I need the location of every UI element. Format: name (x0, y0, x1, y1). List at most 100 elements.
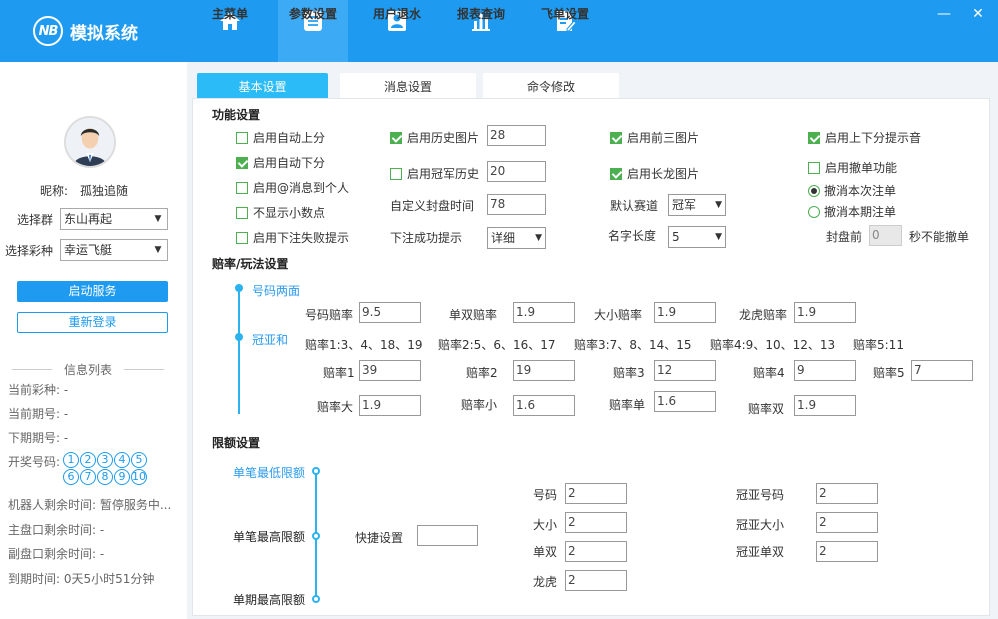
chevron-down-icon: ▼ (535, 233, 542, 243)
info-robot-time: 机器人剩余时间: 暂停服务中... (8, 498, 172, 512)
odds-big-input[interactable]: 1.9 (359, 395, 421, 416)
limit-sum-oddeven-input[interactable]: 2 (816, 541, 878, 562)
draw-ball: 2 (80, 452, 96, 468)
odds-2-label: 赔率2 (466, 366, 498, 380)
nav-flyorder-settings[interactable]: 飞单设置 (530, 0, 600, 62)
odds-small-input[interactable]: 1.6 (513, 395, 575, 416)
default-track-select[interactable]: 冠军 ▼ (668, 194, 726, 216)
checkbox-label: 启用下注失败提示 (253, 231, 350, 245)
tab-basic-settings[interactable]: 基本设置 (197, 73, 328, 99)
select-value: 冠军 (672, 198, 697, 212)
limit-dragon-input[interactable]: 2 (565, 570, 627, 591)
limit-sum-bigsmall-input[interactable]: 2 (816, 512, 878, 533)
checkbox-box (236, 181, 248, 194)
nickname-value: 孤独追随 (80, 184, 129, 198)
top3-image-checkbox[interactable]: 启用前三图片 (610, 129, 699, 146)
draw-ball: 9 (114, 469, 130, 485)
at-message-checkbox[interactable]: 启用@消息到个人 (236, 179, 349, 196)
limit-bigsmall-label: 大小 (533, 518, 558, 532)
limits-tree-node (312, 595, 320, 603)
chevron-down-icon: ▼ (715, 232, 722, 242)
dragon-odds-input[interactable]: 1.9 (794, 302, 856, 323)
draw-ball: 6 (63, 469, 79, 485)
auto-up-checkbox[interactable]: 启用自动上分 (236, 129, 325, 146)
nav-user-rebate[interactable]: 用户退水 (362, 0, 432, 62)
nav-report-query[interactable]: 报表查询 (446, 0, 516, 62)
user-avatar-icon (66, 118, 114, 166)
draw-ball: 3 (97, 452, 113, 468)
info-current-lottery: 当前彩种: - (8, 383, 69, 397)
group-label: 选择群 (17, 213, 54, 227)
odds-4-label: 赔率4 (753, 366, 785, 380)
name-length-select[interactable]: 5 ▼ (668, 226, 726, 248)
custom-close-label: 自定义封盘时间 (390, 199, 475, 213)
limit-sum-number-input[interactable]: 2 (816, 483, 878, 504)
minimize-button[interactable]: — (936, 6, 952, 22)
tab-command-modify[interactable]: 命令修改 (483, 73, 619, 99)
odds-5-input[interactable]: 7 (911, 360, 973, 381)
odds-odd-input[interactable]: 1.6 (654, 391, 716, 412)
nav-label: 参数设置 (288, 7, 337, 21)
max-single-limit[interactable]: 单笔最高限额 (233, 528, 305, 545)
odds-desc-5: 赔率5:11 (853, 338, 904, 352)
min-single-limit[interactable]: 单笔最低限额 (233, 464, 305, 481)
custom-close-input[interactable]: 78 (487, 194, 546, 215)
tab-message-settings[interactable]: 消息设置 (340, 73, 476, 99)
cancel-function-checkbox[interactable]: 启用撤单功能 (808, 159, 897, 176)
relogin-button[interactable]: 重新登录 (17, 312, 168, 333)
oddeven-odds-input[interactable]: 1.9 (513, 302, 575, 323)
bigsmall-odds-input[interactable]: 1.9 (654, 302, 716, 323)
max-period-limit[interactable]: 单期最高限额 (233, 591, 305, 608)
draw-ball: 8 (97, 469, 113, 485)
odds-3-input[interactable]: 12 (654, 360, 716, 381)
app-window: NB 模拟系统 主菜单 参数设置 用户退水 报表查询 飞单设置 — ✕ 昵称: … (0, 0, 998, 619)
limits-tree-node (312, 532, 320, 540)
bet-success-select[interactable]: 详细 ▼ (487, 227, 546, 249)
lottery-select[interactable]: 幸运飞艇 ▼ (60, 239, 168, 261)
odds-tree-node (235, 333, 243, 341)
nav-parameter-settings[interactable]: 参数设置 (278, 0, 348, 62)
limit-bigsmall-input[interactable]: 2 (565, 512, 627, 533)
quick-setting-input[interactable] (417, 525, 478, 546)
section-odds-title: 赔率/玩法设置 (212, 257, 289, 271)
group-select[interactable]: 东山再起 ▼ (60, 208, 168, 230)
limit-sum-oddeven-label: 冠亚单双 (736, 545, 785, 559)
odds-even-input[interactable]: 1.9 (794, 395, 856, 416)
chevron-down-icon: ▼ (154, 214, 162, 224)
tree-number-two-sides[interactable]: 号码两面 (252, 282, 300, 299)
checkbox-label: 启用@消息到个人 (253, 181, 350, 195)
info-main-time: 主盘口剩余时间: - (8, 523, 105, 537)
limit-number-input[interactable]: 2 (565, 483, 627, 504)
bet-fail-checkbox[interactable]: 启用下注失败提示 (236, 229, 349, 246)
nickname-label: 昵称: (40, 184, 69, 198)
champion-history-checkbox[interactable]: 启用冠军历史 (390, 165, 479, 182)
nav-main-menu[interactable]: 主菜单 (196, 0, 264, 62)
limit-sum-number-label: 冠亚号码 (736, 488, 785, 502)
checkbox-box (808, 131, 820, 144)
bigsmall-odds-label: 大小赔率 (594, 308, 643, 322)
number-odds-input[interactable]: 9.5 (359, 302, 421, 323)
updown-sound-checkbox[interactable]: 启用上下分提示音 (808, 129, 921, 146)
checkbox-label: 不显示小数点 (253, 206, 326, 220)
long-dragon-checkbox[interactable]: 启用长龙图片 (610, 165, 699, 182)
cancel-period-radio[interactable]: 撤消本期注单 (808, 203, 896, 220)
auto-down-checkbox[interactable]: 启用自动下分 (236, 154, 325, 171)
history-image-checkbox[interactable]: 启用历史图片 (390, 129, 479, 146)
odds-5-label: 赔率5 (873, 366, 905, 380)
close-button[interactable]: ✕ (970, 6, 986, 22)
odds-tree-node (235, 284, 243, 292)
close-before-input[interactable]: 0 (869, 225, 902, 246)
limit-oddeven-input[interactable]: 2 (565, 541, 627, 562)
odds-2-input[interactable]: 19 (513, 360, 575, 381)
cancel-this-radio[interactable]: 撤消本次注单 (808, 182, 896, 199)
odds-4-input[interactable]: 9 (794, 360, 856, 381)
champion-history-input[interactable]: 20 (487, 161, 546, 182)
draw-ball: 10 (131, 469, 147, 485)
tree-sum-champion[interactable]: 冠亚和 (252, 331, 288, 348)
info-expire-time: 到期时间: 0天5小时51分钟 (8, 572, 155, 586)
odds-1-input[interactable]: 39 (359, 360, 421, 381)
no-decimal-checkbox[interactable]: 不显示小数点 (236, 204, 325, 221)
checkbox-label: 启用撤单功能 (825, 161, 898, 175)
start-service-button[interactable]: 启动服务 (17, 281, 168, 302)
history-image-input[interactable]: 28 (487, 125, 546, 146)
